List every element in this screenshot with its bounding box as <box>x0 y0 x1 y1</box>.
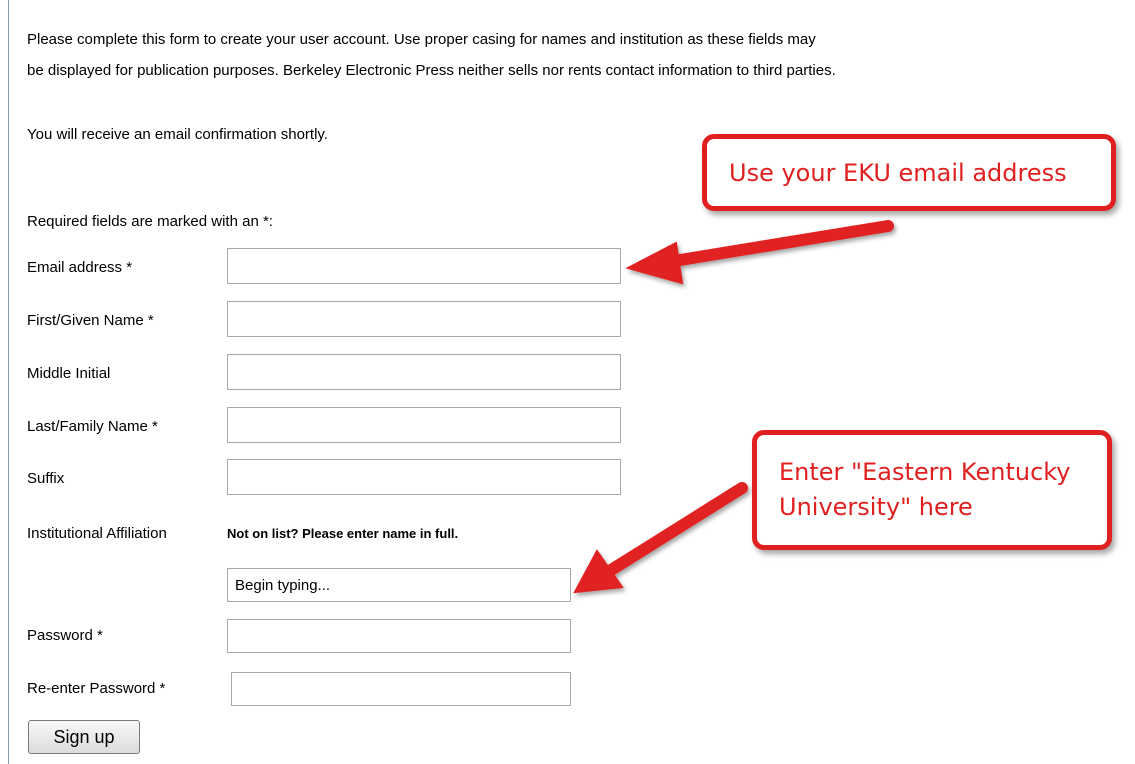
institution-callout-line-1: Enter "Eastern Kentucky <box>779 458 1071 486</box>
institution-label: Institutional Affiliation <box>27 525 167 542</box>
suffix-label: Suffix <box>27 470 65 487</box>
intro-line-2: be displayed for publication purposes. B… <box>27 62 836 79</box>
middle-initial-field[interactable] <box>227 354 621 390</box>
intro-text: Please complete this form to create your… <box>27 24 1127 86</box>
email-field[interactable] <box>227 248 621 284</box>
first-name-label: First/Given Name * <box>27 312 154 329</box>
institution-callout: Enter "Eastern Kentucky University" here <box>752 430 1112 550</box>
institution-callout-line-2: University" here <box>779 493 973 521</box>
intro-line-1: Please complete this form to create your… <box>27 31 816 48</box>
middle-initial-label: Middle Initial <box>27 365 111 382</box>
password-field[interactable] <box>227 619 571 653</box>
institution-field[interactable] <box>227 568 571 602</box>
last-name-field[interactable] <box>227 407 621 443</box>
email-callout: Use your EKU email address <box>702 134 1116 211</box>
required-fields-note: Required fields are marked with an *: <box>27 213 273 230</box>
confirmation-notice: You will receive an email confirmation s… <box>27 126 328 143</box>
suffix-field[interactable] <box>227 459 621 495</box>
password-confirm-label: Re-enter Password * <box>27 680 166 697</box>
last-name-label: Last/Family Name * <box>27 418 158 435</box>
password-confirm-field[interactable] <box>231 672 571 706</box>
password-label: Password * <box>27 627 103 644</box>
email-label: Email address * <box>27 259 133 276</box>
institution-hint: Not on list? Please enter name in full. <box>227 526 459 541</box>
first-name-field[interactable] <box>227 301 621 337</box>
sign-up-button[interactable]: Sign up <box>28 720 140 754</box>
